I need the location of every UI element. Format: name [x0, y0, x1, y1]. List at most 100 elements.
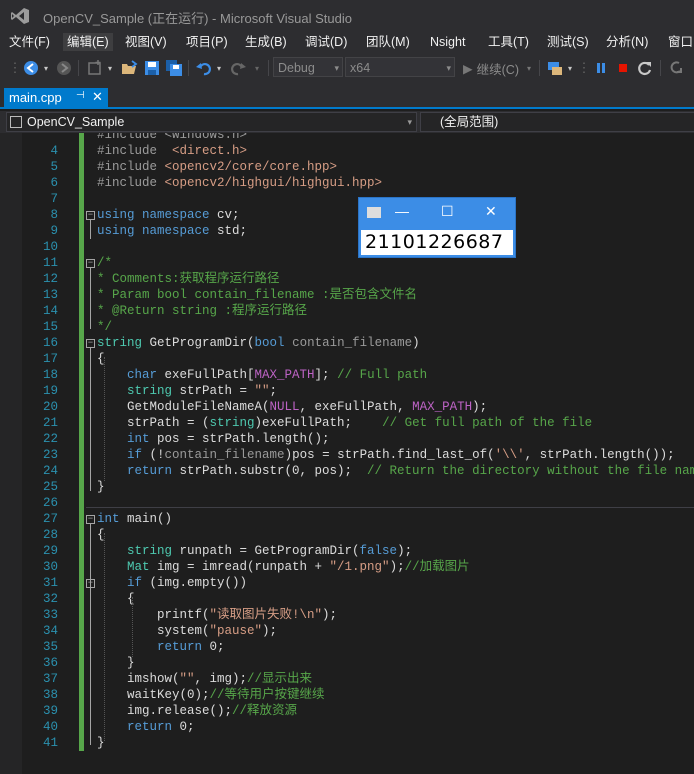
- menu-nsight[interactable]: Nsight: [426, 33, 469, 51]
- pause-icon[interactable]: [592, 59, 610, 77]
- image-window[interactable]: — ☐ ✕ 21101226687: [358, 197, 516, 258]
- continue-dropdown-icon[interactable]: ▾: [525, 59, 533, 77]
- line-number: 14: [42, 304, 58, 318]
- code-token: cv;: [217, 208, 240, 222]
- code-token: NULL: [269, 400, 300, 414]
- document-tab-strip: main.cpp ⊣ ✕: [0, 84, 694, 109]
- line-number: 41: [42, 736, 58, 750]
- code-token: /*: [97, 256, 113, 270]
- menu-build[interactable]: 生成(B): [241, 33, 291, 51]
- code-line[interactable]: 12 * Comments:获取程序运行路径: [0, 271, 694, 287]
- redo-dropdown-icon[interactable]: ▾: [253, 59, 261, 77]
- new-dropdown-icon[interactable]: ▾: [106, 59, 114, 77]
- code-line[interactable]: 5 #include <opencv2/core/core.hpp>: [0, 159, 694, 175]
- code-line[interactable]: #include <windows.h>: [0, 133, 694, 143]
- code-text: #include <opencv2/core/core.hpp>: [97, 159, 337, 175]
- code-token: std;: [217, 224, 248, 238]
- code-line[interactable]: 27− int main(): [0, 511, 694, 527]
- code-text: */: [97, 319, 112, 335]
- code-line[interactable]: 25}: [0, 479, 694, 495]
- line-number: 33: [42, 608, 58, 622]
- solution-config-select[interactable]: Debug ▾: [273, 57, 343, 77]
- undo-icon[interactable]: [195, 59, 213, 77]
- code-token: string: [209, 416, 255, 430]
- code-text: * @Return string :程序运行路径: [97, 303, 307, 319]
- menu-view[interactable]: 视图(V): [121, 33, 171, 51]
- code-token: strPath = (: [97, 416, 210, 430]
- open-file-icon[interactable]: [120, 59, 138, 77]
- code-text: printf("读取图片失败!\n");: [97, 607, 337, 623]
- redo-icon[interactable]: [229, 59, 247, 77]
- change-marker: [79, 495, 84, 511]
- code-line[interactable]: 10: [0, 239, 694, 255]
- code-line[interactable]: 6 #include <opencv2/highgui/highgui.hpp>: [0, 175, 694, 191]
- back-dropdown-icon[interactable]: ▾: [42, 59, 50, 77]
- menu-tools[interactable]: 工具(T): [484, 33, 533, 51]
- solution-platform-select[interactable]: x64 ▾: [345, 57, 455, 77]
- code-line[interactable]: 15 */: [0, 319, 694, 335]
- menu-team[interactable]: 团队(M): [362, 33, 414, 51]
- code-text: using namespace cv;: [97, 207, 240, 223]
- code-token: main(): [127, 512, 173, 526]
- code-editor[interactable]: #include <windows.h> 4 #include <direct.h>…: [0, 133, 694, 774]
- code-token: int: [97, 512, 128, 526]
- code-token: #include: [97, 176, 165, 190]
- continue-button[interactable]: ▶ 继续(C): [463, 59, 533, 77]
- save-all-icon[interactable]: [165, 59, 183, 77]
- change-marker: [79, 191, 84, 207]
- code-line[interactable]: 4 #include <direct.h>: [0, 143, 694, 159]
- new-project-icon[interactable]: [86, 59, 104, 77]
- menu-analyze[interactable]: 分析(N): [602, 33, 652, 51]
- back-icon[interactable]: [22, 59, 40, 77]
- forward-icon[interactable]: [55, 59, 73, 77]
- tab-main-cpp[interactable]: main.cpp ⊣ ✕: [4, 88, 108, 109]
- code-token: "pause": [209, 624, 263, 638]
- pin-icon[interactable]: ⊣: [76, 90, 85, 101]
- undo-dropdown-icon[interactable]: ▾: [215, 59, 223, 77]
- stop-icon[interactable]: [614, 59, 632, 77]
- code-line[interactable]: 16− string GetProgramDir(bool contain_fil…: [0, 335, 694, 351]
- code-text: GetModuleFileNameA(NULL, exeFullPath, MA…: [97, 399, 487, 415]
- code-line[interactable]: 13 * Param bool contain_filename :是否包含文件名: [0, 287, 694, 303]
- menu-edit[interactable]: 编辑(E): [63, 33, 113, 51]
- restart-icon[interactable]: [636, 59, 654, 77]
- close-tab-icon[interactable]: ✕: [92, 89, 103, 105]
- save-icon[interactable]: [143, 59, 161, 77]
- maximize-icon[interactable]: ☐: [441, 203, 454, 220]
- code-text: imshow("", img);//显示出来: [97, 671, 312, 687]
- menu-test[interactable]: 测试(S): [543, 33, 593, 51]
- code-line[interactable]: 8− using namespace cv;: [0, 207, 694, 223]
- code-line[interactable]: 14 * @Return string :程序运行路径: [0, 303, 694, 319]
- toolbar-separator: [78, 60, 79, 76]
- code-token: (!: [149, 448, 165, 462]
- toolbar-separator: [539, 60, 540, 76]
- change-marker: [79, 303, 84, 319]
- project-scope-select[interactable]: OpenCV_Sample ▾: [6, 112, 417, 132]
- menu-file[interactable]: 文件(F): [5, 33, 54, 51]
- close-icon[interactable]: ✕: [485, 203, 497, 220]
- menu-project[interactable]: 项目(P): [182, 33, 232, 51]
- code-text: }: [97, 479, 105, 495]
- code-line[interactable]: 11−/*: [0, 255, 694, 271]
- code-token: char: [97, 368, 165, 382]
- code-token: // Get full path of the file: [382, 416, 593, 430]
- code-token: , exeFullPath,: [299, 400, 413, 414]
- show-next-statement-icon[interactable]: [666, 59, 684, 77]
- code-line[interactable]: 26: [0, 495, 694, 511]
- code-token: * Param bool contain_filename :是否包含文件名: [97, 288, 418, 302]
- change-marker: [79, 655, 84, 671]
- code-line[interactable]: 9 using namespace std;: [0, 223, 694, 239]
- indent-guide: [104, 533, 105, 741]
- process-dropdown-icon[interactable]: ▾: [566, 59, 574, 77]
- menu-debug[interactable]: 调试(D): [301, 33, 351, 51]
- code-line[interactable]: 7: [0, 191, 694, 207]
- line-number: 5: [50, 160, 58, 174]
- change-marker: [79, 319, 84, 335]
- minimize-icon[interactable]: —: [395, 203, 409, 219]
- process-icon[interactable]: [546, 59, 564, 77]
- tab-label: main.cpp: [9, 90, 62, 105]
- member-scope-select[interactable]: (全局范围): [420, 112, 694, 132]
- menu-window[interactable]: 窗口: [664, 33, 694, 51]
- change-marker: [79, 575, 84, 591]
- code-token: );: [389, 560, 405, 574]
